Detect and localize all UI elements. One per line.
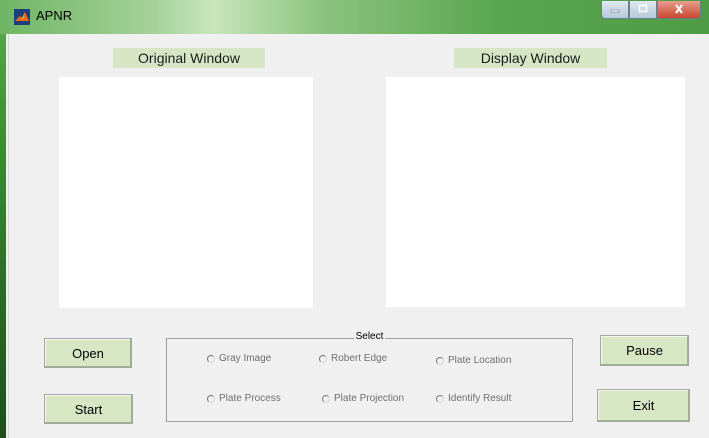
radio-button-icon: [207, 394, 215, 403]
app-window: APNR Original Window Display Window Open…: [0, 0, 709, 438]
radio-label: Plate Process: [219, 393, 281, 404]
maximize-icon: [637, 1, 649, 19]
pause-button[interactable]: Pause: [600, 335, 689, 366]
radio-label: Plate Projection: [334, 393, 405, 404]
matlab-figure-icon: [14, 9, 30, 25]
radio-identify-result[interactable]: Identify Result: [436, 393, 511, 404]
radio-robert-edge[interactable]: Robert Edge: [319, 353, 387, 364]
close-icon: [673, 1, 685, 19]
radio-label: Gray Image: [219, 353, 272, 364]
original-image-axes: [59, 77, 313, 308]
select-group-title: Select: [353, 331, 386, 342]
select-button-group: Select Gray Image Robert Edge Plate Loca…: [166, 331, 573, 422]
radio-plate-location[interactable]: Plate Location: [436, 355, 511, 366]
open-button[interactable]: Open: [44, 338, 132, 368]
radio-button-icon: [436, 394, 444, 403]
radio-label: Robert Edge: [331, 353, 388, 364]
window-left-accent: [0, 34, 6, 438]
radio-button-icon: [322, 394, 330, 403]
display-image-axes: [386, 77, 685, 307]
radio-button-icon: [207, 354, 215, 363]
minimize-button[interactable]: [601, 1, 629, 19]
radio-button-icon: [436, 356, 444, 365]
close-button[interactable]: [657, 1, 701, 19]
exit-button[interactable]: Exit: [597, 389, 690, 422]
radio-label: Plate Location: [448, 355, 512, 366]
radio-button-icon: [319, 354, 327, 363]
radio-plate-projection[interactable]: Plate Projection: [322, 393, 404, 404]
display-window-label: Display Window: [454, 48, 607, 68]
window-controls: [601, 1, 701, 21]
original-window-label: Original Window: [113, 48, 265, 68]
radio-label: Identify Result: [448, 393, 512, 404]
minimize-icon: [609, 1, 621, 19]
maximize-button[interactable]: [629, 1, 657, 19]
client-area: Original Window Display Window Open Star…: [9, 34, 709, 438]
title-bar[interactable]: APNR: [0, 0, 709, 35]
start-button[interactable]: Start: [44, 394, 133, 424]
radio-plate-process[interactable]: Plate Process: [207, 393, 281, 404]
window-title: APNR: [36, 8, 73, 23]
radio-gray-image[interactable]: Gray Image: [207, 353, 271, 364]
